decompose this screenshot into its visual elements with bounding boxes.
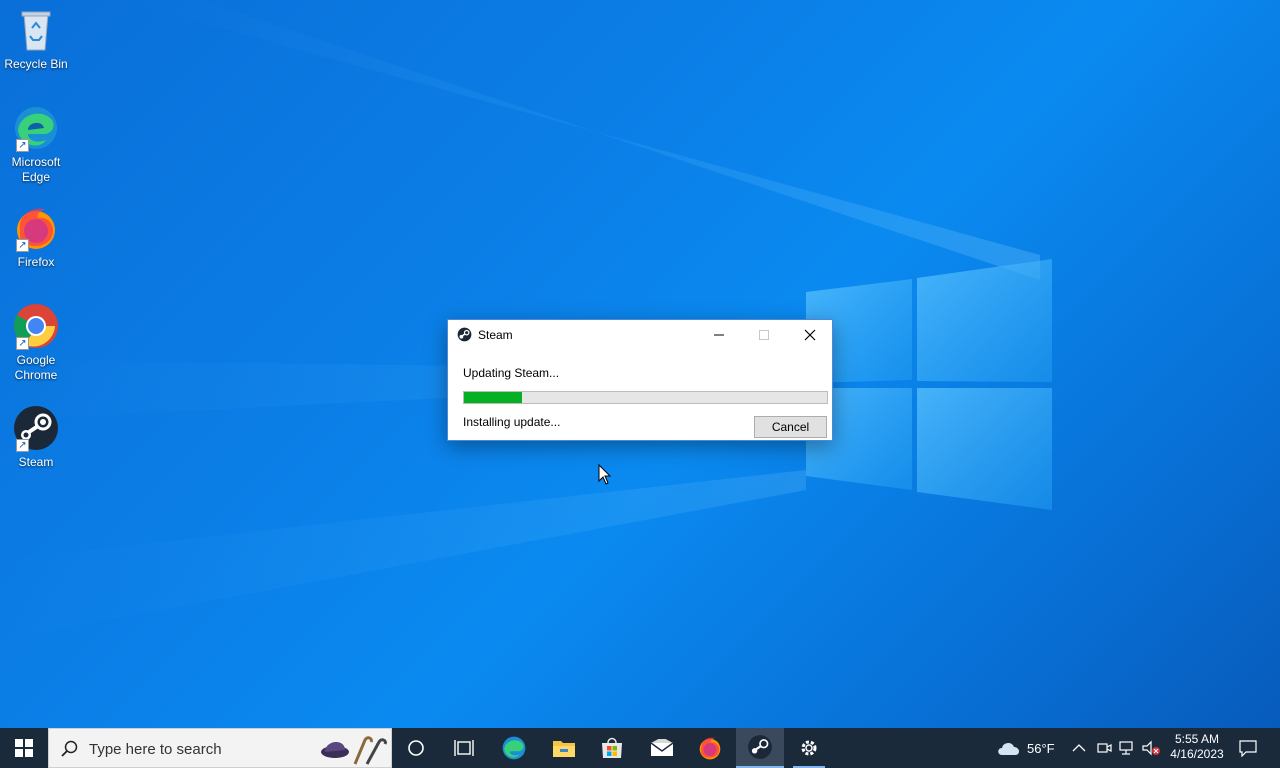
desktop-icon-label: Firefox [17,255,55,269]
clock-date: 4/16/2023 [1170,747,1224,761]
steam-update-dialog: Steam Updating Steam... Installing updat… [447,319,833,441]
shortcut-arrow-icon: ↗ [16,139,29,152]
taskbar-store-button[interactable] [588,728,636,768]
dialog-title: Steam [478,328,513,342]
shortcut-arrow-icon: ↗ [16,337,29,350]
desktop-icon-chrome[interactable]: ↗ Google Chrome [4,302,68,383]
desktop-icon-label: Steam [18,455,54,469]
cortana-icon [408,740,424,756]
meet-now-icon[interactable] [1096,740,1112,756]
firefox-icon [699,737,721,760]
mail-icon [650,739,674,756]
shortcut-arrow-icon: ↗ [16,439,29,452]
update-progress-bar [463,391,828,404]
recycle-bin-icon [21,11,51,51]
taskbar-mail-button[interactable] [638,728,686,768]
close-button[interactable] [787,320,833,350]
taskbar-clock[interactable]: 5:55 AM 4/16/2023 [1162,732,1232,762]
search-highlight-art-icon [321,736,387,765]
task-view-button[interactable] [440,728,488,768]
minimize-button[interactable] [696,320,742,350]
desktop-icon-label: Microsoft Edge [11,155,61,184]
chevron-up-icon[interactable] [1072,742,1086,754]
taskbar: Type here to search 56°F 5:55 AM 4/16/20… [0,728,1280,768]
start-button[interactable] [0,728,48,768]
weather-temperature[interactable]: 56°F [1027,741,1055,756]
steam-icon [457,327,472,342]
update-substatus-text: Installing update... [463,415,561,429]
taskbar-firefox-button[interactable] [686,728,734,768]
desktop-icon-firefox[interactable]: ↗ Firefox [4,204,68,270]
settings-icon [801,740,817,756]
cancel-button[interactable]: Cancel [754,416,827,438]
steam-icon [748,735,772,759]
taskbar-steam-button[interactable] [736,728,784,768]
search-placeholder: Type here to search [89,741,222,758]
desktop-icon-label: Recycle Bin [4,57,68,71]
update-progress-fill [464,392,522,403]
minimize-icon [714,334,724,336]
file-explorer-icon [553,741,575,757]
close-icon [804,329,816,341]
edge-icon [502,736,526,760]
store-icon [602,737,622,758]
update-status-text: Updating Steam... [463,366,560,380]
network-icon[interactable] [1118,740,1136,756]
taskbar-search-box[interactable]: Type here to search [48,728,392,768]
taskbar-file-explorer-button[interactable] [540,728,588,768]
desktop-icon-label: Google Chrome [14,353,58,382]
dialog-titlebar[interactable]: Steam [448,320,832,350]
shortcut-arrow-icon: ↗ [16,239,29,252]
maximize-button [741,320,787,350]
volume-muted-icon[interactable] [1141,740,1161,756]
task-view-icon [454,740,474,756]
notification-center-icon[interactable] [1238,739,1258,757]
cortana-button[interactable] [392,728,440,768]
desktop-icon-recycle-bin[interactable]: Recycle Bin [4,6,68,72]
search-icon [61,740,78,757]
clock-time: 5:55 AM [1174,732,1220,746]
desktop-icon-steam[interactable]: ↗ Steam [4,404,68,470]
weather-cloud-icon[interactable] [996,739,1022,757]
windows-logo-icon [15,739,33,757]
taskbar-edge-button[interactable] [490,728,538,768]
mouse-cursor-icon [598,464,612,485]
maximize-icon [759,330,769,340]
taskbar-settings-button[interactable] [785,728,833,768]
desktop-icon-edge[interactable]: ↗ Microsoft Edge [4,104,68,185]
